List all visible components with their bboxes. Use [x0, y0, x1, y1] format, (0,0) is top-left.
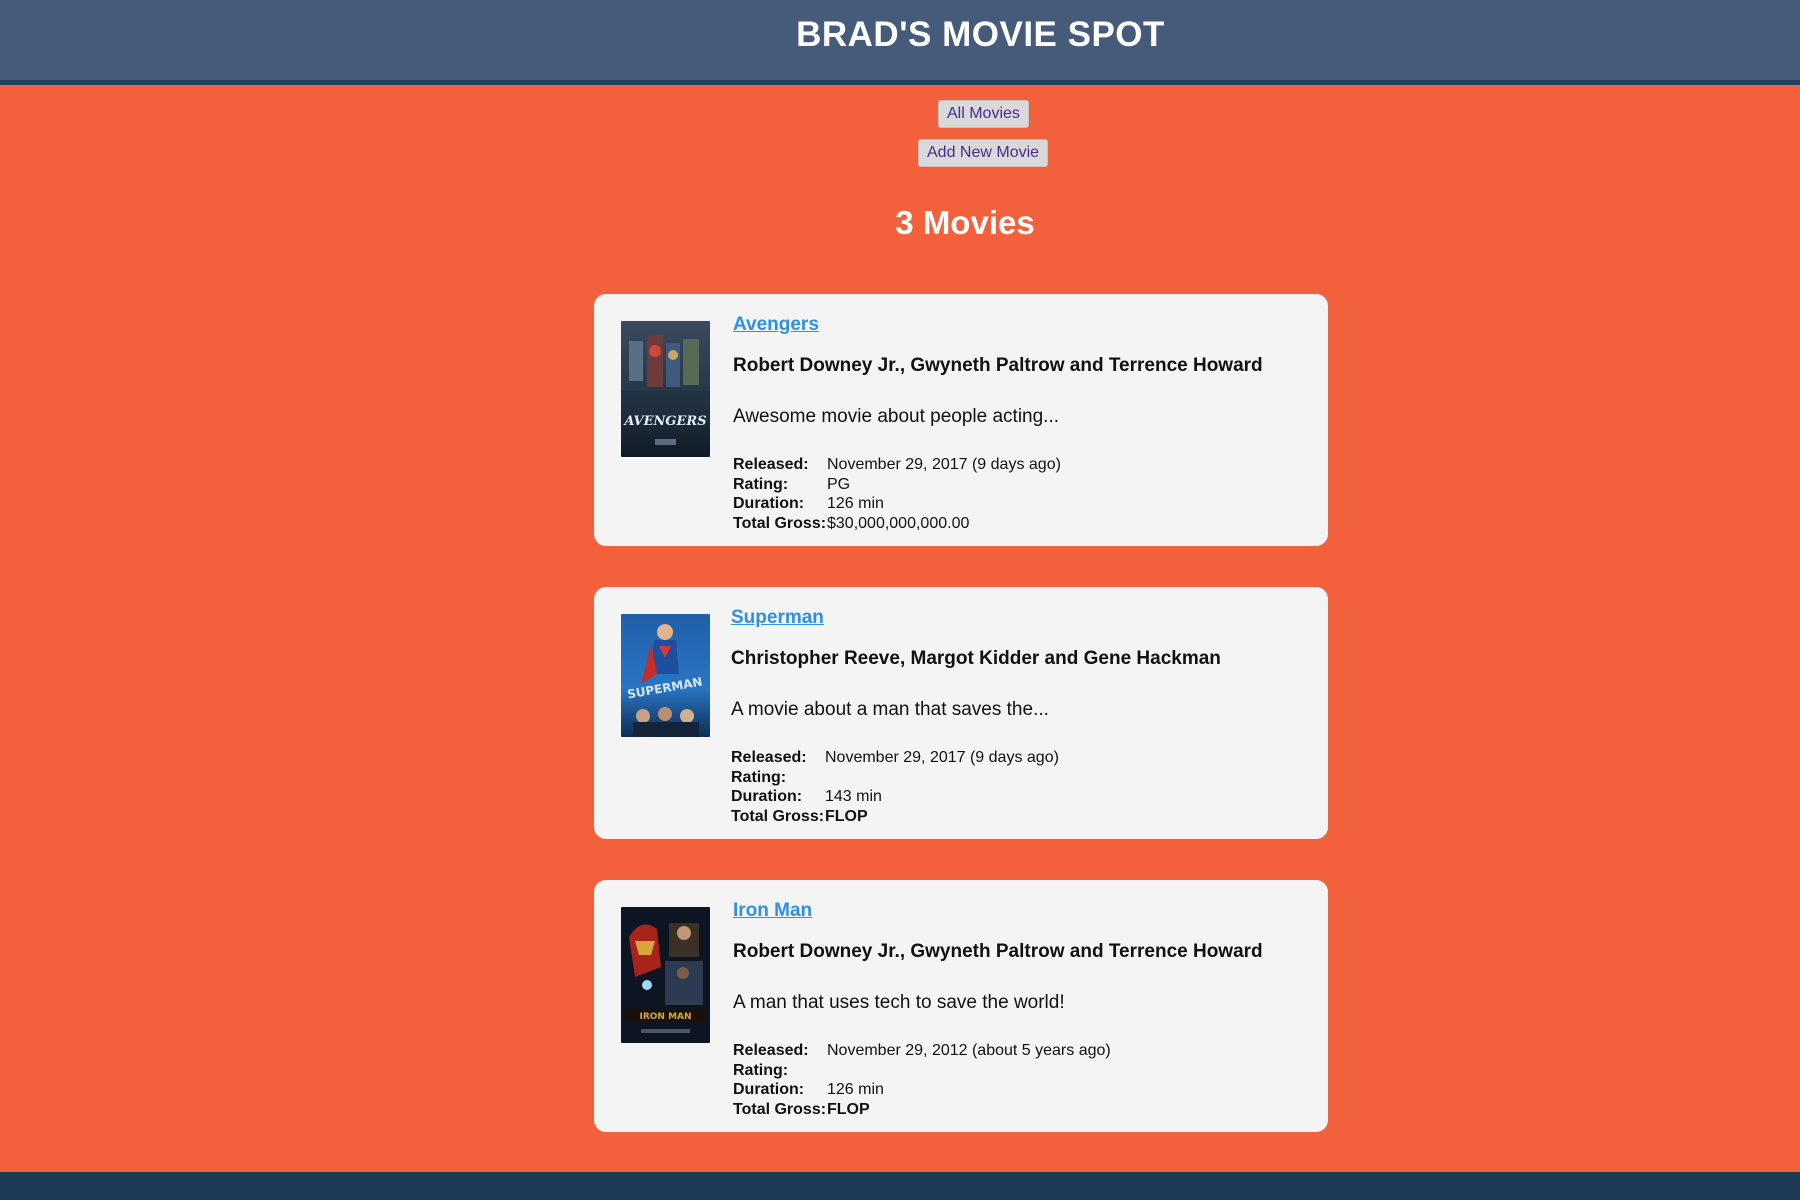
duration-value: 126 min: [827, 1081, 884, 1098]
duration-label: Duration:: [733, 1081, 805, 1098]
movie-details: Released: November 29, 2017 (9 days ago) …: [731, 748, 1221, 826]
movie-description: A movie about a man that saves the...: [731, 699, 1049, 720]
movie-details: Released: November 29, 2012 (about 5 year…: [733, 1041, 1263, 1119]
total-gross-value: FLOP: [827, 1100, 870, 1118]
rating-value: PG: [827, 475, 851, 493]
released-value: November 29, 2017 (9 days ago): [825, 749, 1059, 766]
rating-label: Rating:: [733, 475, 789, 493]
duration-label: Duration:: [731, 788, 803, 805]
movie-card: IRON MAN Iron Man Robert Downey Jr., Gwy…: [594, 880, 1328, 1132]
svg-text:AVENGERS: AVENGERS: [622, 414, 706, 429]
total-gross-label: Total Gross:: [731, 807, 825, 825]
movie-poster-superman: SUPERMAN: [621, 614, 710, 737]
movie-title-link[interactable]: Superman: [731, 607, 824, 629]
movie-count-heading: 3 Movies: [895, 204, 1035, 241]
duration-value: 126 min: [827, 495, 884, 512]
movie-description: Awesome movie about people acting...: [733, 406, 1060, 427]
svg-text:IRON MAN: IRON MAN: [639, 1012, 691, 1022]
all-movies-button[interactable]: All Movies: [938, 100, 1029, 128]
movie-info: Avengers Robert Downey Jr., Gwyneth Palt…: [733, 314, 1263, 533]
movie-details: Released: November 29, 2017 (9 days ago) …: [733, 455, 1263, 533]
site-footer: [0, 1172, 1800, 1200]
total-gross-value: FLOP: [825, 807, 868, 825]
released-label: Released:: [733, 1042, 809, 1059]
movie-cast: Robert Downey Jr., Gwyneth Paltrow and T…: [733, 941, 1263, 962]
movie-card: AVENGERS Avengers Robert Downey Jr., Gwy…: [594, 294, 1328, 546]
movie-poster-avengers: AVENGERS: [621, 321, 710, 457]
duration-value: 143 min: [825, 788, 882, 805]
rating-label: Rating:: [733, 1061, 789, 1079]
movie-info: Iron Man Robert Downey Jr., Gwyneth Palt…: [733, 900, 1263, 1119]
movie-info: Superman Christopher Reeve, Margot Kidde…: [731, 607, 1221, 826]
add-new-movie-button[interactable]: Add New Movie: [918, 139, 1049, 167]
total-gross-value: $30,000,000,000.00: [827, 514, 970, 532]
released-label: Released:: [731, 749, 807, 766]
rating-label: Rating:: [731, 768, 787, 786]
site-header: BRAD'S MOVIE SPOT: [0, 0, 1800, 85]
movie-title-link[interactable]: Iron Man: [733, 900, 812, 922]
movie-card: SUPERMAN Superman Christopher Reeve, Mar…: [594, 587, 1328, 839]
released-value: November 29, 2017 (9 days ago): [827, 456, 1061, 473]
movie-cast: Robert Downey Jr., Gwyneth Paltrow and T…: [733, 355, 1263, 376]
movie-description: A man that uses tech to save the world!: [733, 992, 1065, 1013]
total-gross-label: Total Gross:: [733, 1100, 827, 1118]
movie-poster-iron-man: IRON MAN: [621, 907, 710, 1043]
movie-cast: Christopher Reeve, Margot Kidder and Gen…: [731, 648, 1221, 669]
released-label: Released:: [733, 456, 809, 473]
duration-label: Duration:: [733, 495, 805, 512]
movie-title-link[interactable]: Avengers: [733, 314, 819, 336]
released-value: November 29, 2012 (about 5 years ago): [827, 1042, 1111, 1059]
site-title: BRAD'S MOVIE SPOT: [796, 15, 1165, 54]
total-gross-label: Total Gross:: [733, 514, 827, 532]
